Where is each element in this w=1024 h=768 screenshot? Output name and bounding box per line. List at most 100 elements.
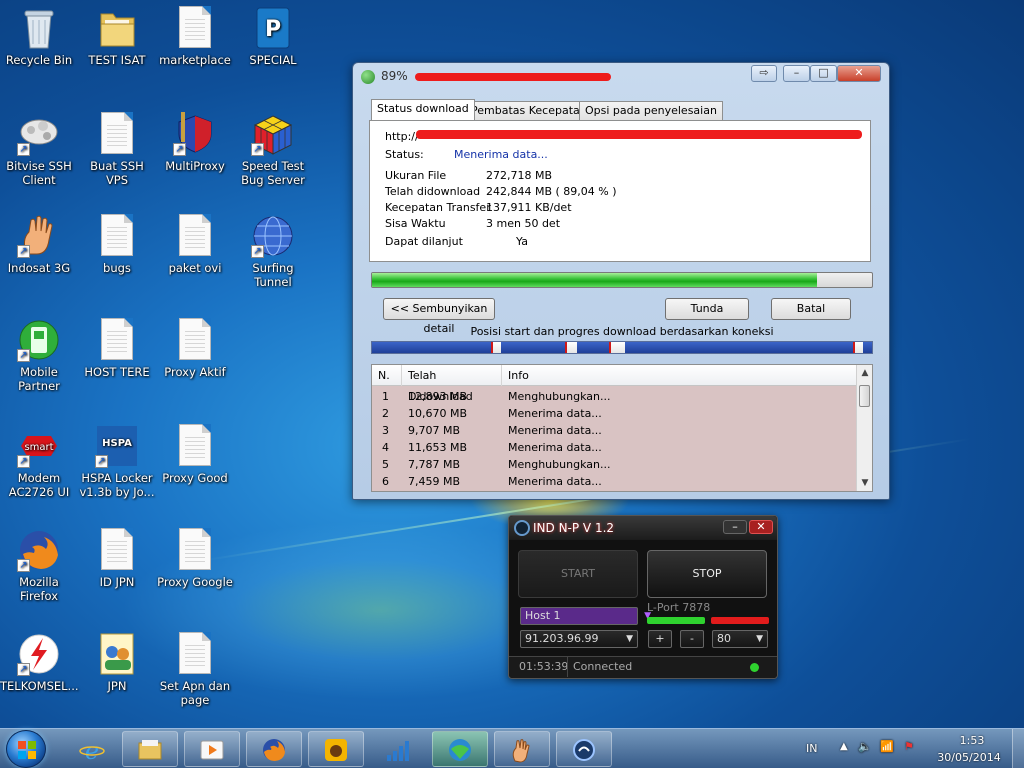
scrollbar-thumb[interactable] bbox=[859, 385, 870, 407]
internet-explorer-icon: e bbox=[79, 737, 105, 763]
action-center-icon[interactable]: ⚑ bbox=[904, 740, 914, 753]
table-row[interactable]: 4 11,653 MB Menerima data... bbox=[372, 439, 856, 456]
close-button[interactable]: ✕ bbox=[837, 65, 881, 82]
desktop-icon-label: Indosat 3G bbox=[7, 261, 71, 275]
taskbar-media-player[interactable] bbox=[184, 731, 240, 767]
table-row[interactable]: 6 7,459 MB Menerima data... bbox=[372, 473, 856, 490]
desktop-icon-label: Proxy Google bbox=[157, 575, 233, 589]
hand-icon: ↗ bbox=[17, 214, 61, 258]
column-header-downloaded[interactable]: Telah Didownload bbox=[402, 365, 502, 403]
desktop-icon-label: paket ovi bbox=[168, 261, 222, 275]
media-player-icon bbox=[200, 740, 224, 760]
port-select[interactable]: 80 ▼ bbox=[712, 630, 768, 648]
connections-list[interactable]: N. Telah Didownload Info 1 12,893 MB Mengh… bbox=[371, 364, 873, 492]
desktop-icon-proxy-aktif[interactable]: Proxy Aktif bbox=[156, 318, 234, 379]
ind-np-close-button[interactable]: ✕ bbox=[749, 520, 773, 534]
scroll-down-icon[interactable]: ▼ bbox=[857, 475, 872, 491]
table-row[interactable]: 2 10,670 MB Menerima data... bbox=[372, 405, 856, 422]
table-row[interactable]: 3 9,707 MB Menerima data... bbox=[372, 422, 856, 439]
server-ip-select[interactable]: 91.203.96.99 ▼ bbox=[520, 630, 638, 648]
desktop-icon-modem[interactable]: smart ↗ Modem AC2726 UI bbox=[0, 424, 78, 499]
row-n: 4 bbox=[382, 441, 389, 454]
status-label: Status: bbox=[385, 148, 424, 161]
hide-details-button[interactable]: << Sembunyikan detail bbox=[383, 298, 495, 335]
taskbar-internet-explorer[interactable]: e bbox=[64, 731, 120, 767]
desktop-icon-buat-ssh-vps[interactable]: Buat SSH VPS bbox=[78, 112, 156, 187]
desktop-icon-firefox[interactable]: ↗ Mozilla Firefox bbox=[0, 528, 78, 603]
desktop-icon-indosat-3g[interactable]: ↗ Indosat 3G bbox=[0, 214, 78, 275]
segment-marker bbox=[853, 342, 863, 353]
desktop-icon-speed-test[interactable]: ↗ Speed Test Bug Server bbox=[234, 112, 312, 187]
ind-np-titlebar[interactable]: IND N-P V 1.2 – ✕ bbox=[509, 516, 777, 540]
connections-list-scrollbar[interactable]: ▲ ▼ bbox=[856, 365, 872, 491]
taskbar-signal-app[interactable] bbox=[370, 731, 426, 767]
desktop-icon-surfing-tunnel[interactable]: ↗ Surfing Tunnel bbox=[234, 214, 312, 289]
desktop-icon-paket-ovi[interactable]: paket ovi bbox=[156, 214, 234, 275]
tab-pembatas-kecepatan[interactable]: Pembatas Kecepatan bbox=[465, 101, 593, 120]
desktop-icon-proxy-good[interactable]: Proxy Good bbox=[156, 424, 234, 485]
minimize-to-tray-button[interactable]: ⇨ bbox=[751, 65, 777, 82]
svg-text:e: e bbox=[85, 737, 99, 763]
row-size: 7,787 MB bbox=[408, 458, 461, 471]
desktop-icon-label: Proxy Aktif bbox=[164, 365, 226, 379]
stop-button[interactable]: STOP bbox=[647, 550, 767, 598]
desktop-icon-host-tere[interactable]: HOST TERE bbox=[78, 318, 156, 379]
desktop-icon-marketplace[interactable]: marketplace bbox=[156, 6, 234, 67]
show-desktop-button[interactable] bbox=[1012, 729, 1024, 768]
show-hidden-icons-icon[interactable]: ▲ bbox=[840, 741, 848, 752]
svg-text:P: P bbox=[265, 17, 281, 42]
cancel-button[interactable]: Batal bbox=[771, 298, 851, 320]
language-indicator[interactable]: IN bbox=[806, 742, 817, 755]
network-icon[interactable]: 📶 bbox=[880, 740, 894, 753]
plus-button[interactable]: + bbox=[648, 630, 672, 648]
transfer-rate-value: 137,911 KB/det bbox=[486, 201, 572, 214]
taskbar-gom-player[interactable] bbox=[308, 731, 364, 767]
clock-date[interactable]: 30/05/2014 bbox=[934, 751, 1004, 764]
shortcut-arrow-icon: ↗ bbox=[17, 559, 30, 572]
telkomsel-icon: ↗ bbox=[17, 632, 61, 676]
host-select[interactable]: Host 1 ▼ bbox=[520, 607, 651, 625]
desktop-icon-jpn[interactable]: JPN bbox=[78, 632, 156, 693]
scroll-up-icon[interactable]: ▲ bbox=[857, 365, 872, 381]
column-header-info[interactable]: Info bbox=[502, 365, 856, 386]
taskbar-windows-explorer[interactable] bbox=[122, 731, 178, 767]
tab-status-download[interactable]: Status download bbox=[371, 99, 475, 120]
table-row[interactable]: 5 7,787 MB Menghubungkan... bbox=[372, 456, 856, 473]
clock-time[interactable]: 1:53 bbox=[944, 734, 1000, 747]
shortcut-arrow-icon: ↗ bbox=[17, 143, 30, 156]
taskbar-indosat-3g[interactable] bbox=[494, 731, 550, 767]
desktop-icon-id-jpn[interactable]: ID JPN bbox=[78, 528, 156, 589]
pause-button[interactable]: Tunda bbox=[665, 298, 749, 320]
tab-opsi-penyelesaian[interactable]: Opsi pada penyelesaian bbox=[579, 101, 723, 120]
maximize-button[interactable]: □ bbox=[810, 65, 837, 82]
taskbar-firefox[interactable] bbox=[246, 731, 302, 767]
start-button[interactable]: START bbox=[518, 550, 638, 598]
desktop-icon-set-apn[interactable]: Set Apn dan page bbox=[156, 632, 234, 707]
desktop-icon-bugs[interactable]: bugs bbox=[78, 214, 156, 275]
segment-marker bbox=[565, 342, 577, 353]
desktop-icon-telkomsel[interactable]: ↗ TELKOMSEL... bbox=[0, 632, 79, 693]
minimize-button[interactable]: – bbox=[783, 65, 810, 82]
ind-np-icon bbox=[573, 739, 595, 761]
desktop-icon-special[interactable]: P SPECIAL bbox=[234, 6, 312, 67]
ind-np-window[interactable]: IND N-P V 1.2 – ✕ START STOP Host 1 ▼ L-… bbox=[508, 515, 778, 679]
taskbar-ind-np[interactable] bbox=[556, 731, 612, 767]
desktop-icon-mobile-partner[interactable]: ↗ Mobile Partner bbox=[0, 318, 78, 393]
taskbar-internet-download-manager[interactable] bbox=[432, 731, 488, 767]
ind-np-minimize-button[interactable]: – bbox=[723, 520, 747, 534]
desktop-icon-hspa-locker[interactable]: HSPA ↗ HSPA Locker v1.3b by Jo... bbox=[78, 424, 156, 499]
volume-icon[interactable]: 🔈 bbox=[858, 740, 872, 753]
minus-button[interactable]: - bbox=[680, 630, 704, 648]
start-button[interactable] bbox=[6, 730, 46, 768]
column-header-n[interactable]: N. bbox=[372, 365, 402, 386]
table-row[interactable]: 1 12,893 MB Menghubungkan... bbox=[372, 388, 856, 405]
publisher-icon: P bbox=[251, 6, 295, 50]
desktop-icon-bitvise[interactable]: ↗ Bitvise SSH Client bbox=[0, 112, 78, 187]
desktop-icon-proxy-google[interactable]: Proxy Google bbox=[156, 528, 234, 589]
download-window[interactable]: 89% ⇨ – □ ✕ Status download Pembatas Kec… bbox=[352, 62, 890, 500]
desktop-icon-test-isat[interactable]: TEST ISAT bbox=[78, 6, 156, 67]
desktop-icon-multiproxy[interactable]: ↗ MultiProxy bbox=[156, 112, 234, 173]
svg-text:HSPA: HSPA bbox=[102, 438, 132, 449]
desktop-icon-recycle-bin[interactable]: Recycle Bin bbox=[0, 6, 78, 67]
download-progress-fill bbox=[372, 273, 818, 287]
